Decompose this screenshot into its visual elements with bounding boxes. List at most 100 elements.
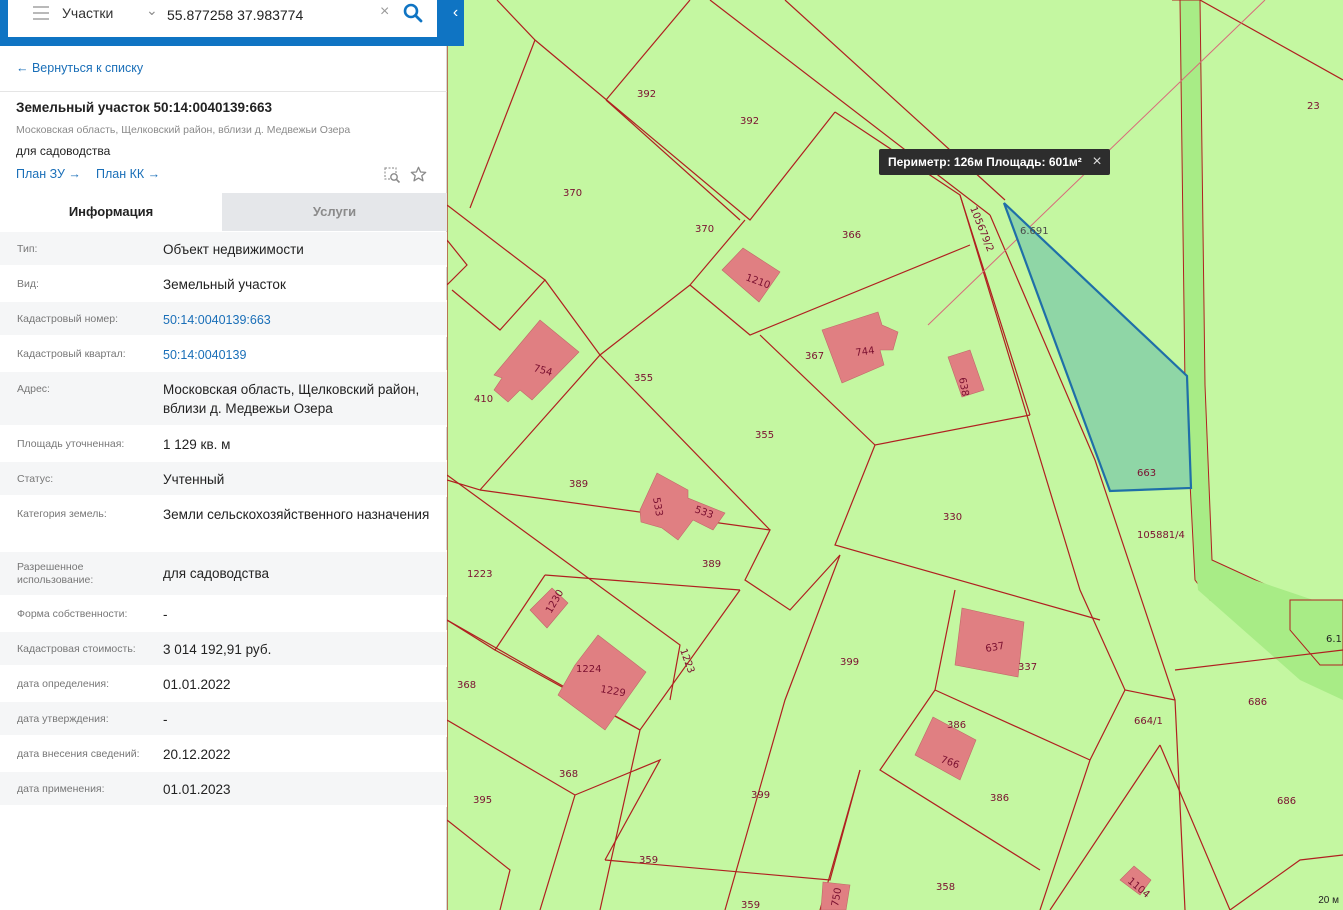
- cadastral-map[interactable]: 392 392 23 370 370 366 105679/2 6.691 12…: [447, 0, 1343, 910]
- parcel-label[interactable]: 395: [473, 795, 492, 806]
- property-row: Тип: Объект недвижимости: [0, 232, 447, 267]
- tab-services[interactable]: Услуги: [222, 193, 447, 231]
- plan-kk-link[interactable]: План КК →: [96, 167, 160, 181]
- sidebar-panel: Участки ⌄ × ← Вернуться к списку Земельн…: [0, 0, 447, 910]
- collapse-panel-button[interactable]: ‹: [447, 0, 464, 46]
- property-value: Московская область, Щелковский район, вб…: [163, 382, 420, 416]
- measurement-text: Периметр: 126м Площадь: 601м²: [888, 155, 1082, 169]
- parcel-label[interactable]: 399: [751, 790, 770, 801]
- property-value: 01.01.2022: [163, 677, 231, 692]
- property-label: Вид:: [17, 278, 39, 290]
- property-value: -: [163, 712, 168, 727]
- selected-parcel[interactable]: [1002, 202, 1193, 493]
- menu-icon[interactable]: [33, 6, 49, 20]
- back-to-list-link[interactable]: ← Вернуться к списку: [16, 61, 143, 75]
- parcel-label[interactable]: 389: [569, 479, 588, 490]
- parcel-label[interactable]: 367: [805, 351, 824, 362]
- parcel-label[interactable]: 359: [741, 900, 760, 910]
- building[interactable]: [557, 634, 647, 731]
- property-row: Кадастровый номер: 50:14:0040139:663: [0, 302, 447, 337]
- parcel-label[interactable]: 370: [695, 224, 714, 235]
- property-label: дата применения:: [17, 783, 105, 795]
- property-label: Категория земель:: [17, 508, 107, 520]
- parcel-label[interactable]: 105881/4: [1137, 530, 1185, 541]
- star-icon[interactable]: [410, 166, 427, 183]
- scale-bar: 20 м: [1318, 895, 1339, 906]
- parcel-label[interactable]: 399: [840, 657, 859, 668]
- tab-information[interactable]: Информация: [0, 193, 222, 231]
- property-label: Адрес:: [17, 383, 50, 395]
- cadastral-quarter-link[interactable]: 50:14:0040139: [163, 346, 433, 365]
- property-value: для садоводства: [163, 566, 270, 581]
- property-row: Кадастровая стоимость: 3 014 192,91 руб.: [0, 632, 447, 667]
- parcel-label[interactable]: 366: [842, 230, 861, 241]
- parcel-label[interactable]: 386: [947, 720, 966, 731]
- parcel-label[interactable]: 410: [474, 394, 493, 405]
- parcel-label[interactable]: 392: [637, 89, 656, 100]
- property-label: Разрешенное использование:: [17, 561, 94, 586]
- property-row: Кадастровый квартал: 50:14:0040139: [0, 337, 447, 372]
- property-row: Форма собственности: -: [0, 597, 447, 632]
- parcel-label[interactable]: 355: [755, 430, 774, 441]
- search-input[interactable]: [167, 4, 377, 26]
- parcel-label[interactable]: 638: [956, 377, 970, 398]
- parcel-label[interactable]: 359: [639, 855, 658, 866]
- parcel-label[interactable]: 23: [1307, 101, 1320, 112]
- properties-table: Тип: Объект недвижимости Вид: Земельный …: [0, 232, 447, 807]
- parcel-label[interactable]: 370: [563, 188, 582, 199]
- property-value: 1 129 кв. м: [163, 437, 231, 452]
- parcel-label[interactable]: 663: [1137, 468, 1156, 479]
- cadastral-number-link[interactable]: 50:14:0040139:663: [163, 311, 433, 330]
- parcel-label[interactable]: 6.1: [1326, 634, 1342, 645]
- parcel-label[interactable]: 1223: [467, 569, 492, 580]
- property-row: Площадь уточненная: 1 129 кв. м: [0, 427, 447, 462]
- property-label: дата внесения сведений:: [17, 748, 140, 760]
- parcel-label[interactable]: 355: [634, 373, 653, 384]
- property-label: Площадь уточненная:: [17, 438, 125, 450]
- property-value: Земли сельскохозяйственного назначения: [163, 507, 430, 522]
- close-icon[interactable]: ×: [380, 3, 389, 21]
- parcel-label[interactable]: 337: [1018, 662, 1037, 673]
- property-row: Адрес: Московская область, Щелковский ра…: [0, 372, 447, 427]
- property-row: Статус: Учтенный: [0, 462, 447, 497]
- building[interactable]: [493, 319, 580, 403]
- parcel-label[interactable]: 1223: [677, 647, 696, 675]
- parcel-label[interactable]: 686: [1277, 796, 1296, 807]
- parcel-label[interactable]: 392: [740, 116, 759, 127]
- parcel-label[interactable]: 330: [943, 512, 962, 523]
- plan-zu-link[interactable]: План ЗУ →: [16, 167, 81, 181]
- property-row: Вид: Земельный участок: [0, 267, 447, 302]
- search-bar: Участки ⌄ ×: [0, 0, 447, 46]
- parcel-label[interactable]: 389: [702, 559, 721, 570]
- parcel-boundaries: [447, 0, 1343, 910]
- layer-select[interactable]: Участки: [62, 5, 113, 21]
- property-label: дата определения:: [17, 678, 110, 690]
- search-icon[interactable]: [401, 1, 425, 25]
- close-icon[interactable]: ×: [1092, 149, 1101, 175]
- property-value: 01.01.2023: [163, 782, 231, 797]
- property-label: Кадастровый номер:: [17, 313, 119, 325]
- parcel-label[interactable]: 368: [559, 769, 578, 780]
- parcel-label[interactable]: 6.691: [1020, 226, 1049, 237]
- building[interactable]: [914, 716, 977, 781]
- tabs: Информация Услуги: [0, 193, 447, 231]
- property-row: Разрешенное использование: для садоводст…: [0, 552, 447, 597]
- parcel-label[interactable]: 358: [936, 882, 955, 893]
- parcel-label[interactable]: 664/1: [1134, 716, 1163, 727]
- parcel-use: для садоводства: [16, 144, 111, 158]
- chevron-down-icon[interactable]: ⌄: [146, 2, 158, 19]
- parcel-label[interactable]: 368: [457, 680, 476, 691]
- parcel-label[interactable]: 686: [1248, 697, 1267, 708]
- property-row: дата внесения сведений: 20.12.2022: [0, 737, 447, 772]
- property-label: Кадастровый квартал:: [17, 348, 126, 360]
- zoom-to-object-icon[interactable]: [384, 167, 401, 184]
- property-label: дата утверждения:: [17, 713, 109, 725]
- search-box: Участки ⌄ ×: [8, 0, 437, 37]
- property-label: Статус:: [17, 473, 54, 485]
- map-canvas[interactable]: 392 392 23 370 370 366 105679/2 6.691 12…: [447, 0, 1343, 910]
- parcel-label[interactable]: 1224: [576, 664, 601, 675]
- property-row: дата определения: 01.01.2022: [0, 667, 447, 702]
- parcel-label[interactable]: 386: [990, 793, 1009, 804]
- property-row: дата применения: 01.01.2023: [0, 772, 447, 807]
- property-row: дата утверждения: -: [0, 702, 447, 737]
